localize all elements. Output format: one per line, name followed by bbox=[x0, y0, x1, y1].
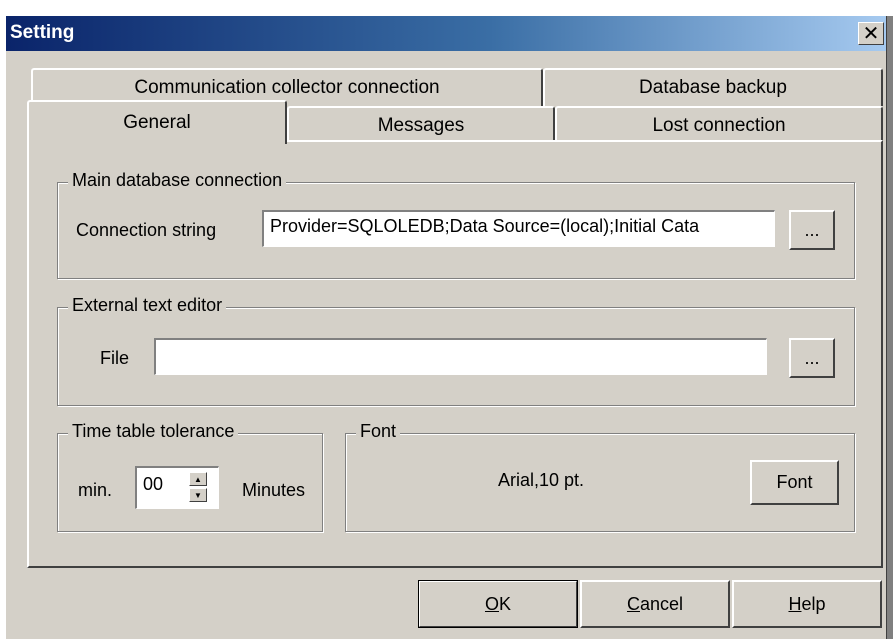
group-title: Main database connection bbox=[68, 170, 287, 191]
connection-string-label: Connection string bbox=[76, 220, 217, 240]
settings-dialog: Setting ✕ Communication collector connec… bbox=[0, 0, 893, 639]
external-text-editor-group: External text editor File ... bbox=[57, 295, 855, 406]
connection-string-input[interactable]: Provider=SQLOLEDB;Data Source=(local);In… bbox=[262, 210, 775, 247]
minutes-label: Minutes bbox=[242, 480, 306, 500]
tab-messages[interactable]: Messages bbox=[287, 106, 555, 144]
current-font-label: Arial,10 pt. bbox=[498, 470, 585, 490]
tab-label: Communication collector connection bbox=[134, 77, 440, 98]
tab-label: Database backup bbox=[639, 77, 787, 98]
file-label: File bbox=[100, 348, 130, 368]
down-arrow-icon: ▼ bbox=[194, 490, 202, 500]
help-button[interactable]: Help bbox=[732, 580, 882, 628]
group-title: Font bbox=[356, 421, 401, 442]
ok-button-label: OK bbox=[484, 593, 512, 614]
cancel-button[interactable]: Cancel bbox=[580, 580, 730, 628]
tab-database-backup[interactable]: Database backup bbox=[543, 68, 883, 106]
cancel-button-label: Cancel bbox=[626, 593, 684, 614]
tab-label: General bbox=[123, 112, 191, 133]
min-label: min. bbox=[78, 480, 113, 500]
ellipsis-icon: ... bbox=[804, 219, 820, 240]
main-database-connection-group: Main database connection Connection stri… bbox=[57, 170, 855, 279]
time-table-tolerance-group: Time table tolerance min. 00 ▲ ▼ Minutes bbox=[57, 421, 323, 532]
tab-lost-connection[interactable]: Lost connection bbox=[555, 106, 883, 144]
ok-button[interactable]: OK bbox=[418, 580, 578, 628]
title-bar[interactable]: Setting ✕ bbox=[6, 16, 886, 51]
file-browse-button[interactable]: ... bbox=[789, 338, 835, 378]
tab-label: Messages bbox=[377, 115, 465, 136]
spin-down-button[interactable]: ▼ bbox=[189, 488, 207, 502]
window-top-edge bbox=[0, 0, 893, 16]
file-input[interactable] bbox=[154, 338, 767, 375]
tolerance-spinbox[interactable]: 00 ▲ ▼ bbox=[135, 466, 219, 509]
group-title: External text editor bbox=[68, 295, 227, 316]
general-tab-panel: Main database connection Connection stri… bbox=[27, 140, 883, 568]
window-right-edge bbox=[886, 16, 893, 639]
font-button-label: Font bbox=[776, 472, 813, 492]
up-arrow-icon: ▲ bbox=[194, 474, 202, 484]
tab-general[interactable]: General bbox=[27, 100, 287, 144]
window-title: Setting bbox=[10, 22, 75, 43]
connection-string-browse-button[interactable]: ... bbox=[789, 210, 835, 250]
close-icon: ✕ bbox=[862, 23, 880, 45]
spin-up-button[interactable]: ▲ bbox=[189, 472, 207, 486]
ellipsis-icon: ... bbox=[804, 347, 820, 368]
close-button[interactable]: ✕ bbox=[858, 22, 884, 45]
window-left-edge bbox=[0, 16, 6, 639]
tab-label: Lost connection bbox=[652, 115, 786, 136]
help-button-label: Help bbox=[788, 593, 826, 614]
font-group: Font Arial,10 pt. Font bbox=[345, 421, 855, 532]
tolerance-value: 00 bbox=[143, 474, 164, 494]
group-title: Time table tolerance bbox=[68, 421, 239, 442]
font-button[interactable]: Font bbox=[750, 460, 839, 505]
